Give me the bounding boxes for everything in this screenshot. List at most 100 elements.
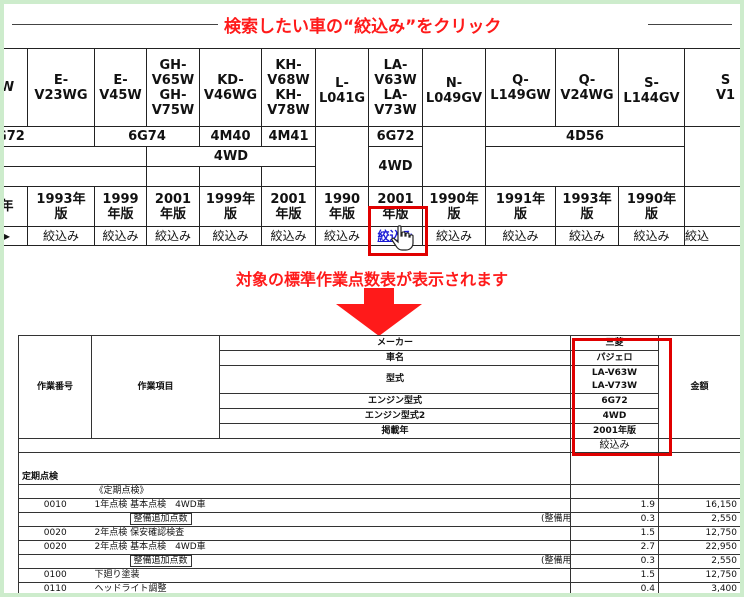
drive-cell <box>4 146 147 167</box>
work-points: 1.5 <box>570 568 659 583</box>
model-cell: L- L041G <box>315 48 369 127</box>
year-cell: 1999年版 <box>94 186 147 227</box>
spacer <box>570 470 659 485</box>
filter-link[interactable]: 絞込み <box>27 226 95 246</box>
filter-link[interactable]: 絞込 <box>684 226 740 246</box>
work-item-header: 作業項目 <box>91 335 220 439</box>
attribute-label: 車名 <box>219 350 571 366</box>
year-cell: 1991年版 <box>485 186 556 227</box>
work-points <box>570 484 659 499</box>
hand-pointer-icon <box>391 225 414 251</box>
table-row: 《定期点検》 <box>18 484 740 499</box>
model-cell: E- V45W <box>94 48 147 127</box>
filter-link[interactable]: 絞込み <box>94 226 147 246</box>
filter-link[interactable]: 絞込み <box>261 226 316 246</box>
work-number: 0010 <box>18 498 92 513</box>
table-row: 整備追加点数 (整備用スキャンツール使用)0.32,550 <box>18 512 740 527</box>
blank-cell <box>4 166 147 187</box>
model-cell: KD- V46WG <box>199 48 262 127</box>
heading-rule-left <box>12 24 218 25</box>
filter-link[interactable]: 絞込み <box>422 226 486 246</box>
work-number-header: 作業番号 <box>18 335 92 439</box>
work-amount: 16,150 <box>658 498 740 513</box>
work-points: 0.3 <box>570 554 659 569</box>
filter-link[interactable]: 絞込み <box>555 226 619 246</box>
model-cell: Q- L149GW <box>485 48 556 127</box>
year-cell: 2001 年版 <box>146 186 200 227</box>
table-row: 0010 1年点検 基本点検 4WD車 1.9 16,150 <box>18 498 740 513</box>
engine-cell: 6G72 <box>368 126 423 147</box>
model-cell: LA- V63W LA- V73W <box>368 48 423 127</box>
screenshot-frame: 検索したい車の“絞込み”をクリック WE-V23WGE-V45WGH-V65WG… <box>4 4 740 593</box>
engine-cell: 4D56 <box>485 126 685 147</box>
year-cell: 1990年版 <box>422 186 486 227</box>
engine-cell <box>684 126 740 187</box>
work-number: 0110 <box>18 582 92 593</box>
work-amount: 22,950 <box>658 540 740 555</box>
work-points: 2.7 <box>570 540 659 555</box>
work-number: 0100 <box>18 568 92 583</box>
year-cell: 1993年版 <box>555 186 619 227</box>
work-item: ヘッドライト調整 <box>91 582 571 593</box>
table-row: 整備追加点数 (整備用スキャンツール使用)0.32,550 <box>18 554 740 569</box>
blank-cell <box>199 166 262 187</box>
year-cell: 2001 年版 <box>261 186 316 227</box>
model-cell: Q- V24WG <box>555 48 619 127</box>
engine-cell <box>422 126 486 187</box>
engine-cell: 6G72 <box>4 126 95 147</box>
model-cell: S- L144GV <box>618 48 685 127</box>
filter-link[interactable]: 絞込み <box>315 226 369 246</box>
heading-rule-right <box>648 24 732 25</box>
filter-link[interactable]: 絞込み <box>485 226 556 246</box>
instruction-heading: 検索したい車の“絞込み”をクリック <box>4 12 740 37</box>
work-number <box>18 484 92 499</box>
drive-cell: 4WD <box>368 146 423 187</box>
year-cell <box>684 186 740 227</box>
work-item: 《定期点検》 <box>91 484 571 499</box>
blank-cell <box>146 166 200 187</box>
down-arrow-icon <box>336 288 422 336</box>
engine-cell: 6G74 <box>94 126 200 147</box>
year-cell: 1990年版 <box>618 186 685 227</box>
table-row: 0110 ヘッドライト調整 0.4 3,400 <box>18 582 740 593</box>
engine-cell: 4M41 <box>261 126 316 147</box>
filter-link[interactable]: 絞込み <box>618 226 685 246</box>
drive-cell: 4WD <box>146 146 316 167</box>
additional-points-tag: 整備追加点数 <box>129 513 192 525</box>
model-cell: N- L049GV <box>422 48 486 127</box>
work-number: 0020 <box>18 526 92 541</box>
year-cell: 1990年版 <box>315 186 369 227</box>
work-item: 整備追加点数 (整備用スキャンツール使用) <box>91 512 571 527</box>
attribute-label: メーカー <box>219 335 571 351</box>
work-number <box>18 554 92 569</box>
work-item: 2年点検 保安確認検査 <box>91 526 571 541</box>
result-caption: 対象の標準作業点数表が表示されます <box>235 270 508 289</box>
work-points: 0.4 <box>570 582 659 593</box>
attribute-label: エンジン型式2 <box>219 408 571 424</box>
table-row: 0100 下廻り塗装 1.5 12,750 <box>18 568 740 583</box>
filter-partial[interactable]: ▸ <box>4 226 28 246</box>
work-points: 1.5 <box>570 526 659 541</box>
section-label: 定期点検 <box>18 470 571 485</box>
model-cell: GH- V65W GH- V75W <box>146 48 200 127</box>
additional-points-tag: 整備追加点数 <box>129 555 192 567</box>
filter-link[interactable]: 絞込み <box>199 226 262 246</box>
engine-cell: 4M40 <box>199 126 262 147</box>
work-item: 1年点検 基本点検 4WD車 <box>91 498 571 513</box>
engine-cell <box>315 126 369 187</box>
year-cell: 1999年版 <box>199 186 262 227</box>
model-cell: KH- V68W KH- V78W <box>261 48 316 127</box>
table-row: 0020 2年点検 基本点検 4WD車 2.7 22,950 <box>18 540 740 555</box>
attribute-label: 掲載年 <box>219 423 571 439</box>
work-amount <box>658 484 740 499</box>
work-item: 2年点検 基本点検 4WD車 <box>91 540 571 555</box>
highlight-attribute-values <box>572 338 672 456</box>
work-amount: 12,750 <box>658 568 740 583</box>
attribute-label: エンジン型式 <box>219 393 571 409</box>
attribute-label: 型式 <box>219 365 571 394</box>
work-note: (整備用スキャンツール使用) <box>540 514 570 524</box>
work-amount: 12,750 <box>658 526 740 541</box>
blank-cell <box>261 166 316 187</box>
heading-text: 検索したい車の“絞込み”をクリック <box>224 17 502 37</box>
filter-link[interactable]: 絞込み <box>146 226 200 246</box>
